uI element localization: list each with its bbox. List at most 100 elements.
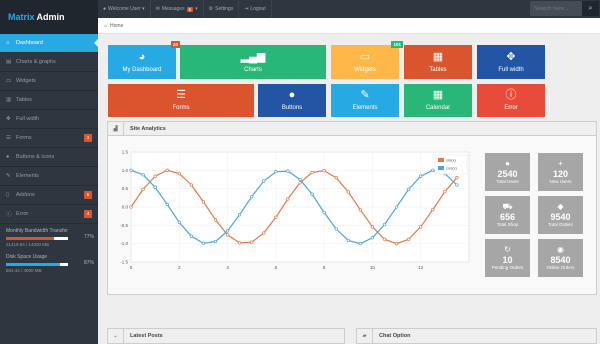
data-point [262,179,266,183]
file-icon: ▯ [6,192,10,198]
panel-title: Latest Posts [130,333,163,339]
legend-label: cos(x) [446,166,458,171]
tile-error[interactable]: ⓘ Error [477,84,545,117]
tile-label: Buttons [281,105,303,111]
messages-menu[interactable]: ✉ Messages 5 ▾ [151,0,204,18]
sidebar-item-dashboard[interactable]: ⌂ Dashboard [0,34,98,53]
home-icon: ⌂ [104,22,108,29]
breadcrumb-home[interactable]: Home [110,23,123,29]
tile-charts[interactable]: ▂▄▆ Charts [180,45,326,79]
sidebar-item-full-width[interactable]: ✥ Full width [0,110,98,129]
comment-icon: ▰ [357,329,373,343]
stat-total-shop[interactable]: ⛟ 656 Total Shop [485,196,530,234]
search-input[interactable] [530,1,582,16]
envelope-icon: ✉ [155,6,160,12]
data-point [177,220,181,225]
info-icon: ⓘ [505,89,517,101]
tile-badge: 20 [170,41,180,48]
data-point [334,176,338,180]
data-point [346,190,350,194]
pencil-icon: ✎ [6,173,11,179]
stat-online-orders[interactable]: ◉ 8540 Online Orders [538,239,583,277]
sidebar-item-tables[interactable]: ▥ Tables [0,91,98,110]
tile-forms[interactable]: ☰ Forms [108,84,254,117]
inbox-icon: ▭ [6,78,12,84]
chevron-down-icon[interactable]: ⌄ [108,329,124,343]
data-point [370,236,375,240]
settings-link[interactable]: ⚙ Settings [204,0,240,18]
breadcrumb: ⌂ Home [98,18,600,34]
search-button[interactable]: ⌕ [582,1,599,16]
data-point [213,218,218,222]
fullscreen-icon: ✥ [506,50,516,63]
settings-label: Settings [215,6,234,12]
sidebar-item-elements[interactable]: ✎ Elements [0,167,98,186]
sidebar-item-label: Addons [16,192,35,198]
data-point [431,168,435,172]
data-point [274,170,278,174]
data-point [177,171,181,176]
sidebar-item-buttons[interactable]: ● Buttons & icons [0,148,98,167]
data-point [310,192,314,196]
stat-label: Total Orders [548,222,573,227]
tile-my-dashboard[interactable]: ◕ My Dashboard 20 [108,41,180,79]
data-point [322,210,326,215]
tile-calendar[interactable]: ▦ Calendar [404,84,472,117]
sidebar-item-error[interactable]: ⓘ Error 4 [0,205,98,224]
data-point [213,239,218,244]
x-tick-label: 0 [130,265,133,270]
legend-label: sin(x) [446,158,456,163]
welcome-user-menu[interactable]: ● Welcome User ▾ [98,0,151,18]
data-point [334,227,338,231]
tile-label: Tables [429,66,447,73]
tile-label: Error [504,105,518,111]
data-point [153,174,157,178]
sidebar-item-forms[interactable]: ☰ Forms 3 [0,129,98,148]
panel-title: Chat Option [379,333,411,339]
x-tick-label: 2 [178,265,181,270]
info-icon: ⓘ [6,212,12,218]
sidebar-item-label: Elements [16,173,39,179]
stat-total-orders[interactable]: ◆ 9540 Total Orders [538,196,583,234]
data-point [129,205,133,209]
data-point [394,205,399,209]
data-point [382,222,387,227]
stat-new-users[interactable]: + 120 New Users [538,153,583,191]
data-point [310,170,314,175]
disk-label: Disk Space Usage [6,254,48,260]
sidebar: ⌂ Dashboard ▤ Charts & graphs ▭ Widgets ▥ Ta… [0,34,98,344]
tile-buttons[interactable]: ● Buttons [258,84,326,117]
dashboard-icon: ◕ [138,50,146,63]
data-point [394,242,399,246]
addons-count-badge: 5 [84,191,92,199]
tile-elements[interactable]: ✎ Elements [331,84,399,117]
signal-icon: ▟ [108,122,124,135]
data-point [286,169,290,173]
tint-icon: ● [288,89,296,101]
tile-label: My Dashboard [122,66,162,73]
data-point [189,183,194,187]
tile-full-width[interactable]: ✥ Full width [477,45,545,79]
bandwidth-progress-fill [6,237,54,240]
list-icon: ☰ [176,89,186,101]
app-logo[interactable]: Matrix Admin [0,0,98,34]
tile-tables[interactable]: ▦ Tables [404,45,472,79]
data-point [370,225,375,229]
disk-stat: Disk Space Usage 604.44 / 4000 MB 87% [0,250,98,276]
fullscreen-icon: ✥ [6,116,11,122]
gear-icon: ⚙ [208,6,214,12]
tile-widgets[interactable]: ▭ Widgets 101 [331,41,403,79]
x-tick-label: 4 [226,265,229,270]
sidebar-item-charts[interactable]: ▤ Charts & graphs [0,53,98,72]
data-point [286,197,290,201]
sidebar-item-addons[interactable]: ▯ Addons 5 [0,186,98,205]
y-tick-label: -1.5 [120,260,128,265]
stat-value: 10 [502,255,513,265]
stat-total-users[interactable]: ● 2540 Total Users [485,153,530,191]
data-point [382,237,387,241]
y-tick-label: 1.0 [122,168,129,173]
data-point [225,229,230,233]
sidebar-item-widgets[interactable]: ▭ Widgets [0,72,98,91]
stat-pending-orders[interactable]: ↻ 10 Pending Orders [485,239,530,277]
logout-link[interactable]: ⇥ Logout [239,0,272,18]
